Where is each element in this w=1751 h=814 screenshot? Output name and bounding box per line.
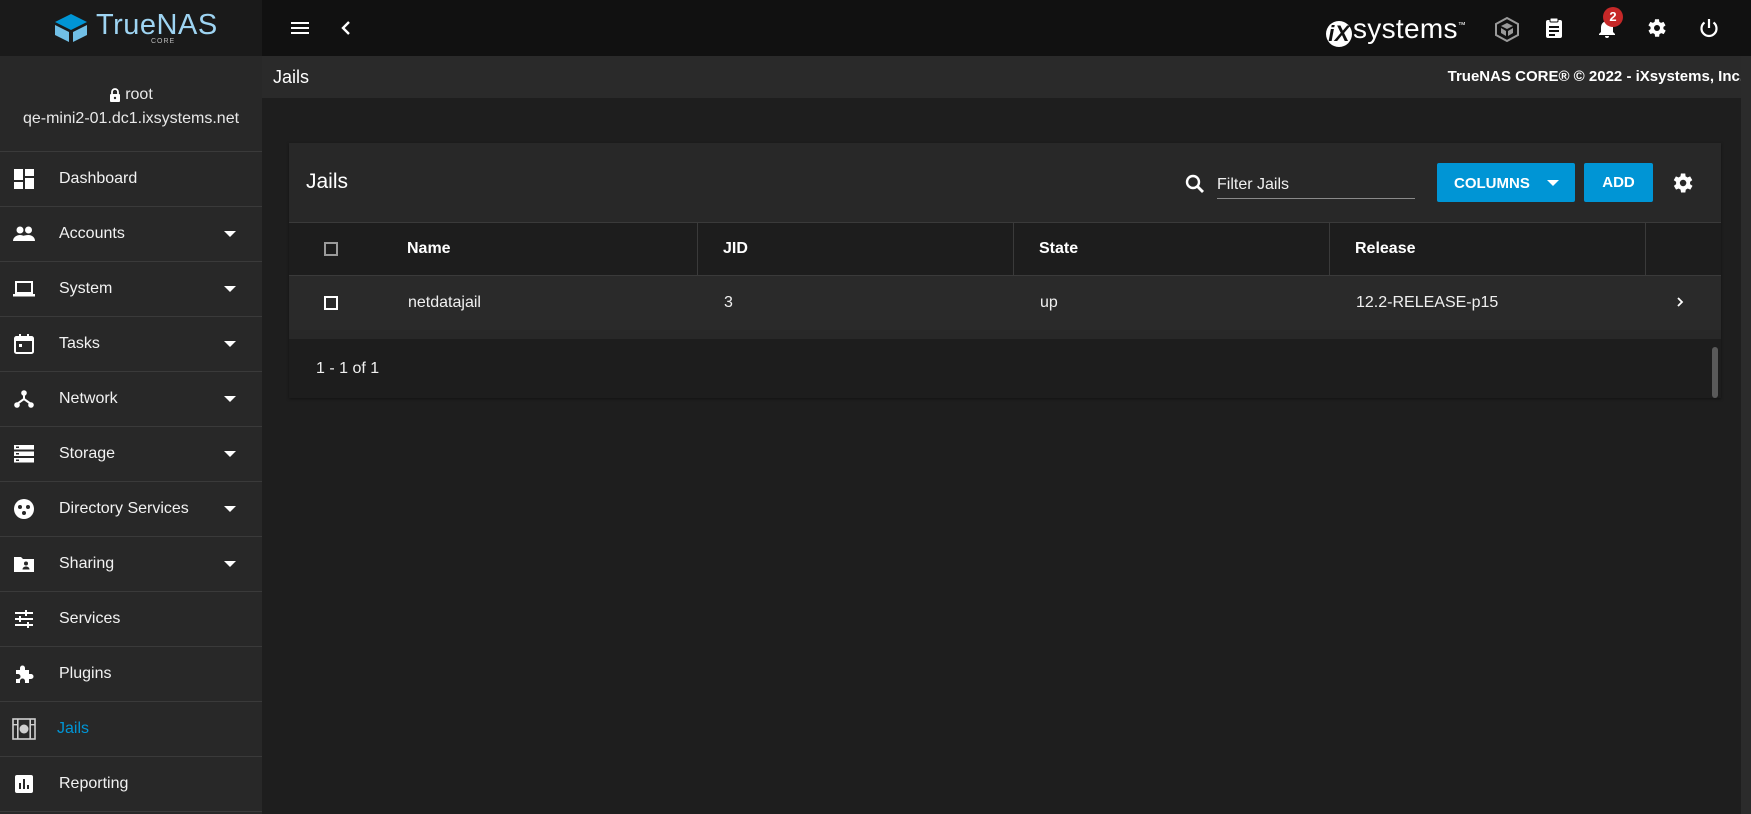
table-row[interactable]: netdatajail 3 up 12.2-RELEASE-p15 (289, 276, 1721, 330)
row-checkbox[interactable] (324, 296, 338, 310)
columns-button[interactable]: COLUMNS (1437, 163, 1575, 202)
cell-release: 12.2-RELEASE-p15 (1356, 294, 1499, 311)
column-header-jid[interactable]: JID (723, 223, 748, 275)
dashboard-icon (14, 169, 34, 189)
chevron-down-icon[interactable] (223, 450, 237, 458)
sidebar-item-label: Directory Services (59, 500, 189, 517)
puzzle-icon (16, 665, 34, 683)
user-info: root qe-mini2-01.dc1.ixsystems.net (0, 56, 262, 152)
clipboard-icon[interactable] (1542, 16, 1566, 40)
sidebar-item-directory-services[interactable]: Directory Services (0, 482, 262, 537)
table-settings-gear-icon[interactable] (1669, 170, 1695, 196)
sidebar-item-jails[interactable]: Jails (0, 702, 262, 757)
sidebar-item-label: Dashboard (59, 170, 138, 187)
menu-icon[interactable] (288, 16, 312, 40)
storage-icon (14, 445, 34, 463)
hostname: qe-mini2-01.dc1.ixsystems.net (22, 109, 240, 127)
sidebar-item-services[interactable]: Services (0, 592, 262, 647)
sidebar: TrueNAS CORE root qe-mini2-01.dc1.ixsyst… (0, 0, 262, 814)
sidebar-item-label: Accounts (59, 225, 125, 242)
dropdown-caret-icon (1547, 180, 1559, 186)
filter-input[interactable]: Filter Jails (1217, 170, 1415, 199)
column-header-release[interactable]: Release (1355, 223, 1416, 275)
notification-badge: 2 (1603, 7, 1623, 27)
sidebar-item-accounts[interactable]: Accounts (0, 207, 262, 262)
sidebar-item-label: Plugins (59, 665, 112, 682)
shared-folder-icon (14, 557, 34, 572)
logo-text: TrueNAS CORE (96, 9, 218, 46)
expand-row-chevron-icon[interactable] (1676, 297, 1684, 307)
sidebar-item-network[interactable]: Network (0, 372, 262, 427)
sidebar-item-sharing[interactable]: Sharing (0, 537, 262, 592)
column-header-state[interactable]: State (1039, 223, 1078, 275)
cell-name: netdatajail (408, 294, 481, 311)
truenas-logo[interactable]: TrueNAS CORE (0, 0, 262, 56)
sidebar-item-label: Network (59, 390, 118, 407)
page-header: Jails TrueNAS CORE® © 2022 - iXsystems, … (262, 56, 1751, 98)
calendar-icon (14, 334, 34, 354)
sidebar-item-reporting[interactable]: Reporting (0, 757, 262, 812)
sidebar-item-label: Reporting (59, 775, 129, 792)
card-title: Jails (306, 170, 349, 193)
ixsystems-logo[interactable]: iX systems™ (1326, 13, 1466, 47)
chevron-down-icon[interactable] (223, 560, 237, 568)
people-icon (13, 226, 35, 241)
breadcrumb: Jails (273, 67, 310, 87)
power-icon[interactable] (1697, 16, 1721, 40)
sidebar-nav: Dashboard Accounts System Tasks Network Stora… (0, 152, 262, 812)
top-toolbar: iX systems™ 2 (262, 0, 1751, 56)
cell-jid: 3 (724, 294, 733, 311)
network-icon (14, 390, 34, 408)
username: root (125, 85, 153, 103)
jail-icon (12, 718, 36, 740)
sidebar-item-label: Jails (57, 720, 90, 737)
column-header-name[interactable]: Name (407, 223, 451, 275)
chevron-down-icon[interactable] (223, 230, 237, 238)
cell-state: up (1040, 294, 1058, 311)
laptop-icon (13, 281, 35, 297)
search-icon (1185, 174, 1204, 193)
table-footer: 1 - 1 of 1 (289, 339, 1721, 398)
directory-icon (14, 499, 34, 519)
tune-icon (15, 610, 33, 628)
select-all-checkbox[interactable] (324, 242, 338, 256)
chevron-down-icon[interactable] (223, 505, 237, 513)
scrollbar-thumb[interactable] (1712, 347, 1718, 398)
chevron-down-icon[interactable] (223, 395, 237, 403)
chevron-down-icon[interactable] (223, 340, 237, 348)
page-scrollbar-track[interactable] (1741, 56, 1751, 814)
sidebar-item-label: Services (59, 610, 121, 627)
chevron-down-icon[interactable] (223, 285, 237, 293)
sidebar-item-label: System (59, 280, 113, 297)
sidebar-item-storage[interactable]: Storage (0, 427, 262, 482)
sidebar-item-plugins[interactable]: Plugins (0, 647, 262, 702)
back-icon[interactable] (334, 16, 358, 40)
sidebar-item-system[interactable]: System (0, 262, 262, 317)
sidebar-item-label: Sharing (59, 555, 115, 572)
gear-icon[interactable] (1644, 16, 1668, 40)
sidebar-item-dashboard[interactable]: Dashboard (0, 152, 262, 207)
sidebar-item-label: Storage (59, 445, 116, 462)
lock-icon (110, 87, 121, 102)
sidebar-item-label: Tasks (59, 335, 100, 352)
truenas-logo-icon (55, 14, 87, 42)
truecommand-icon[interactable] (1494, 16, 1520, 42)
sidebar-item-tasks[interactable]: Tasks (0, 317, 262, 372)
add-button[interactable]: ADD (1584, 163, 1653, 202)
chart-icon (15, 775, 33, 793)
pagination-info: 1 - 1 of 1 (316, 360, 380, 377)
jails-card: Jails Filter Jails COLUMNS ADD Name JID … (289, 143, 1721, 398)
table-header: Name JID State Release (289, 222, 1721, 276)
copyright-text: TrueNAS CORE® © 2022 - iXsystems, Inc. (1447, 68, 1744, 85)
columns-button-label: COLUMNS (1454, 175, 1530, 192)
